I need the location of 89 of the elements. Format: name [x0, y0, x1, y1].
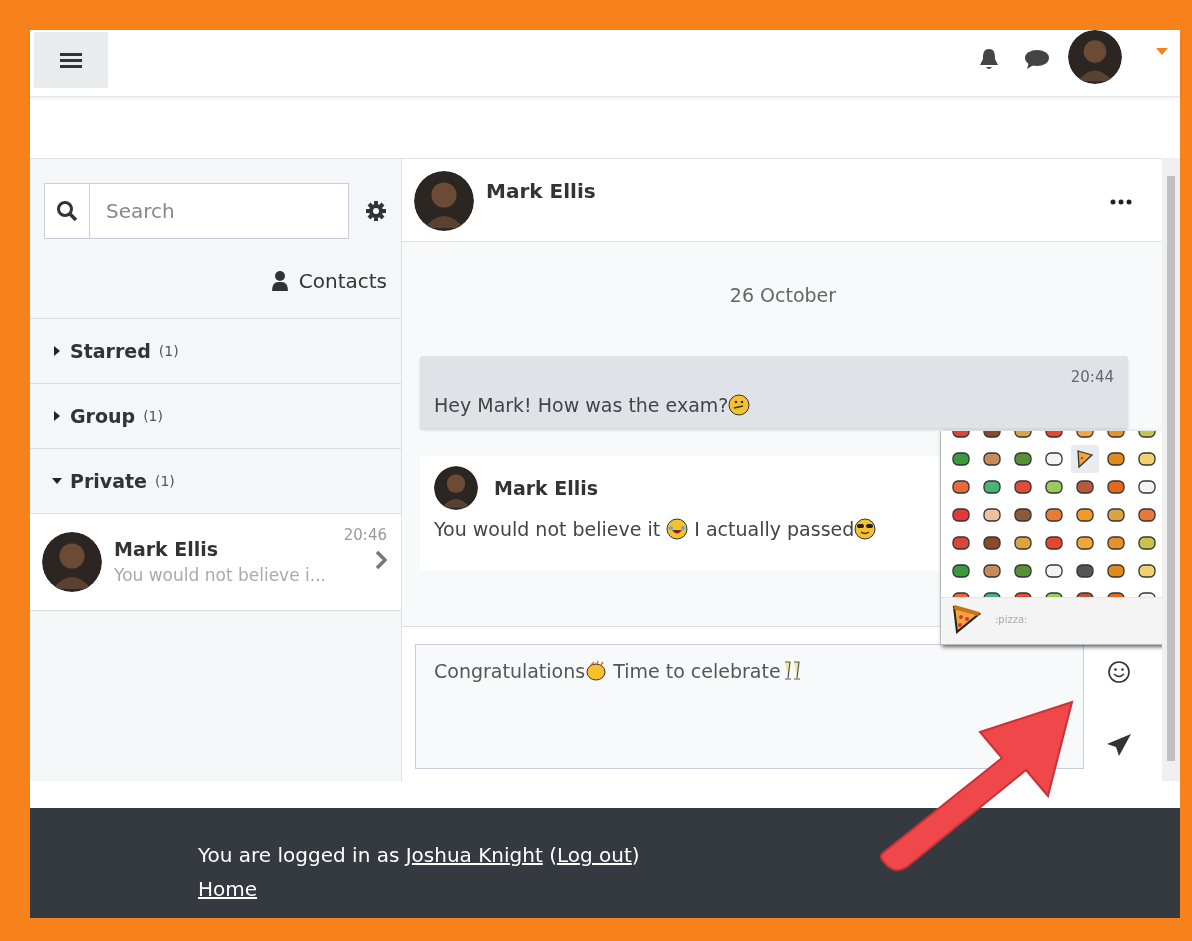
date-label: 26 October — [728, 284, 838, 306]
laughing-face-icon — [666, 518, 689, 540]
message-text: Hey Mark! How was the exam? — [434, 394, 729, 416]
timestamp: 20:44 — [1069, 368, 1114, 386]
food-icon — [1075, 505, 1095, 525]
food-icon — [1137, 449, 1157, 469]
conversation-item[interactable]: Mark Ellis You would not believe i... 20:46 — [30, 514, 401, 611]
food-icon — [1013, 505, 1033, 525]
person-icon — [270, 270, 289, 292]
avatar — [414, 171, 474, 231]
search-button[interactable] — [44, 183, 89, 239]
message-text: You would not believe it — [434, 518, 662, 540]
message-input-field[interactable]: Congratulations Time to celebrate — [415, 644, 1084, 769]
food-icon — [982, 533, 1002, 553]
login-text: You are logged in as Joshua Knight (Log out) — [198, 842, 641, 869]
food-icon — [1075, 533, 1095, 553]
food-icon — [1106, 449, 1126, 469]
food-icon — [1044, 505, 1064, 525]
count-label: (1) — [155, 473, 175, 489]
food-icon — [1044, 561, 1064, 581]
food-icon — [982, 561, 1002, 581]
section-header[interactable]: Starred (1) — [30, 319, 401, 384]
search-icon — [56, 200, 78, 222]
section-title: Group — [70, 405, 136, 427]
food-icon — [951, 505, 971, 525]
caret-right-icon — [52, 346, 62, 356]
section-title: Private — [70, 470, 147, 492]
food-icon — [1137, 533, 1157, 553]
bell-icon[interactable] — [978, 47, 1000, 71]
timestamp: 20:46 — [343, 526, 387, 544]
thinking-face-icon — [728, 394, 751, 416]
food-icon — [1013, 561, 1033, 581]
menu-button[interactable] — [34, 32, 108, 88]
food-icon — [1137, 505, 1157, 525]
food-icon — [1137, 561, 1157, 581]
settings-icon[interactable] — [365, 200, 387, 222]
food-icon — [1137, 477, 1157, 497]
caret-icon[interactable] — [1156, 48, 1168, 56]
food-icon — [1013, 533, 1033, 553]
food-icon — [1075, 477, 1095, 497]
food-icon — [1106, 561, 1126, 581]
more-options-icon[interactable] — [1110, 199, 1132, 205]
user-link[interactable]: Joshua Knight — [405, 843, 543, 867]
food-icon — [982, 477, 1002, 497]
message-preview: You would not believe i... — [114, 563, 327, 587]
avatar — [1068, 30, 1122, 84]
food-icon — [1013, 449, 1033, 469]
search-field[interactable]: Search — [89, 183, 349, 239]
emoji-name: :pizza: — [995, 613, 1028, 625]
food-icon — [951, 533, 971, 553]
food-icon — [1044, 533, 1064, 553]
home-link[interactable]: Home — [198, 877, 258, 901]
section-header[interactable]: Group (1) — [30, 384, 401, 449]
count-label: (1) — [158, 343, 179, 359]
food-icon — [951, 561, 971, 581]
contact-name: Mark Ellis — [486, 179, 597, 203]
food-icon — [1075, 561, 1095, 581]
pizza-icon — [951, 604, 981, 634]
food-icon — [982, 449, 1002, 469]
avatar — [434, 466, 478, 510]
food-icon — [982, 505, 1002, 525]
caret-right-icon — [52, 411, 62, 421]
contacts-link[interactable]: Contacts — [270, 269, 387, 293]
food-icon — [1075, 449, 1095, 469]
food-icon — [1106, 533, 1126, 553]
section-title: Starred — [70, 340, 151, 362]
food-icon — [1044, 477, 1064, 497]
food-icon — [1013, 477, 1033, 497]
clapping-hands-icon — [585, 660, 608, 682]
food-icon — [1106, 477, 1126, 497]
message-text: I actually passed — [693, 518, 855, 540]
emoji-button-icon[interactable] — [1107, 660, 1131, 684]
food-icon — [951, 477, 971, 497]
food-icon — [1106, 505, 1126, 525]
avatar — [42, 532, 102, 592]
user-link[interactable]: Log out — [556, 843, 632, 867]
emoji-cell[interactable] — [1071, 445, 1099, 473]
sunglasses-face-icon — [854, 518, 877, 540]
count-label: (1) — [143, 408, 163, 424]
caret-down-icon — [52, 476, 62, 486]
scrollbar[interactable] — [1162, 158, 1180, 781]
food-icon — [951, 449, 971, 469]
contact-name: Mark Ellis — [114, 537, 220, 560]
sender-name: Mark Ellis — [494, 477, 599, 499]
chat-bubble-icon[interactable] — [1024, 48, 1050, 70]
send-icon[interactable] — [1106, 733, 1132, 757]
menu-icon — [60, 51, 82, 69]
food-icon — [1044, 449, 1064, 469]
chevron-right-icon — [375, 550, 387, 570]
